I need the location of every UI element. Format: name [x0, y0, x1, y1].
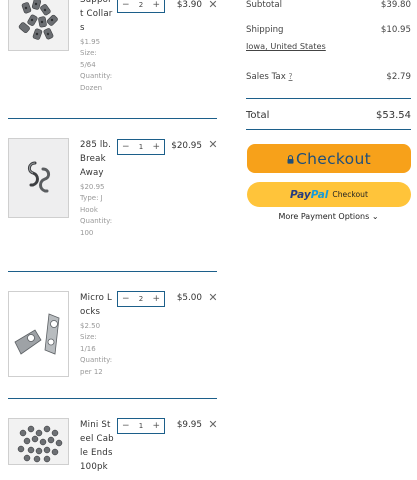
item-line-total: $5.00 [176, 293, 202, 303]
more-payment-options-link[interactable]: More Payment Options ⌄ [246, 212, 411, 221]
minus-icon[interactable]: − [122, 142, 130, 152]
total-value: $53.54 [376, 110, 411, 121]
tax-help-link[interactable]: ? [289, 72, 293, 81]
item-option: Size: 1/16 [80, 333, 97, 353]
quantity-value[interactable]: 1 [139, 422, 143, 430]
quantity-stepper: − 2 + [117, 0, 165, 13]
quantity-stepper: − 2 + [117, 291, 165, 307]
quantity-stepper: − 1 + [117, 139, 165, 155]
item-option: Size: 5/64 [80, 49, 97, 69]
checkout-button[interactable]: Checkout [247, 144, 411, 173]
plus-icon[interactable]: + [152, 421, 160, 431]
summary-divider [246, 98, 411, 99]
paypal-checkout-button[interactable]: PayPal Checkout [247, 182, 411, 207]
product-image-cable-ends[interactable] [8, 418, 69, 465]
item-line-total: $20.95 [171, 141, 202, 151]
item-meta: $2.50 Size: 1/16 Quantity: per 12 [80, 321, 114, 378]
item-price-each: $20.95 [80, 183, 105, 191]
shipping-label: Shipping [246, 25, 284, 35]
lock-icon [287, 155, 294, 164]
product-image-break-away[interactable] [8, 138, 69, 218]
plus-icon[interactable]: + [152, 0, 160, 10]
sales-tax-label: Sales Tax [246, 72, 286, 82]
close-icon[interactable]: ✕ [207, 0, 219, 11]
item-info: Micro Locks $2.50 Size: 1/16 Quantity: p… [80, 291, 114, 378]
sales-tax-row: Sales Tax ? $2.79 [246, 72, 411, 82]
item-name[interactable]: 285 lb. Break Away [80, 138, 114, 180]
item-info: Support Collars $1.95 Size: 5/64 Quantit… [80, 0, 114, 94]
product-image-micro-locks[interactable] [8, 291, 69, 377]
item-line-total: $9.95 [176, 420, 202, 430]
sales-tax-value: $2.79 [386, 72, 411, 82]
item-price-each: $2.50 [80, 322, 101, 330]
item-quantity-unit: Quantity: per 12 [80, 356, 113, 376]
paypal-logo: PayPal [290, 188, 329, 201]
shipping-value: $10.95 [380, 25, 411, 35]
plus-icon[interactable]: + [152, 142, 160, 152]
quantity-value[interactable]: 1 [139, 143, 143, 151]
item-quantity-unit: Quantity: Dozen [80, 72, 113, 92]
minus-icon[interactable]: − [122, 294, 130, 304]
item-quantity-unit: Quantity: 100 [80, 217, 113, 237]
close-icon[interactable]: ✕ [207, 140, 219, 151]
shipping-location-link[interactable]: Iowa, United States [246, 41, 326, 51]
total-divider [246, 129, 411, 130]
subtotal-label: Subtotal [246, 0, 283, 10]
item-divider [8, 118, 217, 119]
close-icon[interactable]: ✕ [207, 420, 219, 431]
minus-icon[interactable]: − [122, 0, 130, 10]
subtotal-row: Subtotal $39.80 [246, 0, 411, 10]
item-divider [8, 398, 217, 399]
quantity-value[interactable]: 2 [139, 295, 143, 303]
total-label: Total [246, 110, 270, 121]
close-icon[interactable]: ✕ [207, 293, 219, 304]
item-info: Mini Steel Cable Ends 100pk [80, 418, 114, 474]
item-divider [8, 271, 217, 272]
paypal-checkout-label: Checkout [332, 190, 368, 199]
item-meta: $1.95 Size: 5/64 Quantity: Dozen [80, 37, 114, 94]
item-option: Type: J Hook [80, 194, 103, 214]
subtotal-value: $39.80 [380, 0, 411, 10]
item-price-each: $1.95 [80, 38, 101, 46]
item-info: 285 lb. Break Away $20.95 Type: J Hook Q… [80, 138, 114, 239]
quantity-stepper: − 1 + [117, 418, 165, 434]
item-name[interactable]: Micro Locks [80, 291, 114, 319]
shipping-row: Shipping $10.95 [246, 25, 411, 35]
minus-icon[interactable]: − [122, 421, 130, 431]
item-name[interactable]: Support Collars [80, 0, 114, 35]
product-image-support-collars[interactable] [8, 0, 69, 51]
cart-items-column: Support Collars $1.95 Size: 5/64 Quantit… [0, 0, 230, 480]
plus-icon[interactable]: + [152, 294, 160, 304]
quantity-value[interactable]: 2 [139, 1, 143, 9]
item-meta: $20.95 Type: J Hook Quantity: 100 [80, 182, 114, 239]
total-row: Total $53.54 [246, 110, 411, 121]
order-summary: Subtotal $39.80 Shipping $10.95 Iowa, Un… [246, 0, 412, 480]
item-name[interactable]: Mini Steel Cable Ends 100pk [80, 418, 114, 474]
item-line-total: $3.90 [176, 0, 202, 10]
checkout-label: Checkout [296, 149, 371, 168]
